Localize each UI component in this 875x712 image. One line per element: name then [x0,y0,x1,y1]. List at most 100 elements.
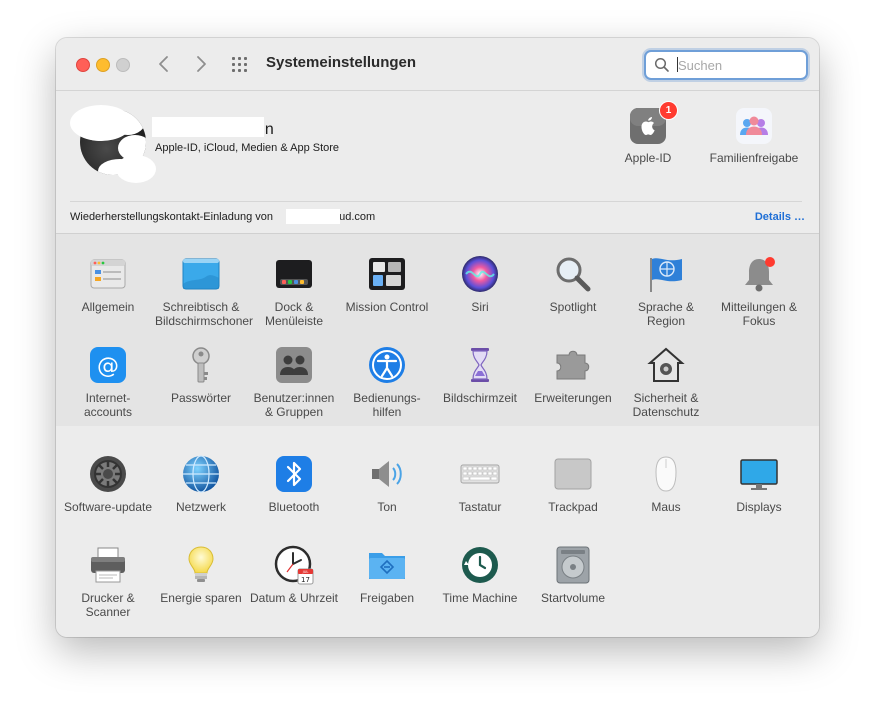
pane-label: Schreibtisch & Bildschirmschoner [155,300,254,328]
date-time-icon: JUL 17 [274,545,314,585]
screen-time-icon [460,345,500,385]
back-button[interactable] [152,52,176,76]
apple-id-label: Apple-ID [624,151,672,165]
pane-network[interactable]: Netzwerk [155,454,247,514]
pane-displays[interactable]: Displays [713,454,805,514]
pane-printers-scanners[interactable]: Drucker & Scanner [62,545,154,619]
pane-label: Datum & Uhrzeit [249,591,339,605]
text-caret [677,57,678,72]
family-sharing-icon [736,108,772,144]
security-icon [646,345,686,385]
dock-icon [274,254,314,294]
pane-internet-accounts[interactable]: @ Internet-accounts [62,345,154,419]
pane-label: Trackpad [548,500,598,514]
network-icon [181,454,221,494]
titlebar: Systemeinstellungen [56,38,819,91]
sound-icon [367,454,407,494]
pane-startup-disk[interactable]: Startvolume [527,545,619,605]
pane-label: Passwörter [170,391,232,405]
pane-passwords[interactable]: Passwörter [155,345,247,405]
accessibility-icon [367,345,407,385]
chevron-right-icon [197,56,206,72]
pane-label: Sprache & Region [637,300,695,328]
pane-label: Spotlight [549,300,597,314]
svg-text:@: @ [97,354,119,379]
window-title: Systemeinstellungen [266,54,417,71]
redaction-mark [116,155,156,183]
mouse-icon [646,454,686,494]
forward-button[interactable] [189,52,213,76]
passwords-icon [181,345,221,385]
spotlight-icon [553,254,593,294]
pane-keyboard[interactable]: Tastatur [434,454,526,514]
pane-label: Bedienungs-hilfen [353,391,421,419]
pane-label: Sicherheit & Datenschutz [632,391,700,419]
search-icon [654,57,669,72]
time-machine-icon [460,545,500,585]
email-redaction [286,209,340,224]
pane-accessibility[interactable]: Bedienungs-hilfen [341,345,433,419]
system-preferences-window: Systemeinstellungen nn Apple-ID, iCloud,… [56,38,819,637]
pane-siri[interactable]: Siri [434,254,526,314]
language-region-icon [646,254,686,294]
pane-label: Startvolume [540,591,606,605]
pane-label: Software-update [63,500,153,514]
pane-trackpad[interactable]: Trackpad [527,454,619,514]
personal-panes-section: Allgemein Schreibtisch & Bildschirmschon… [56,233,819,427]
show-all-grid-button[interactable] [232,55,250,73]
pane-dock-menubar[interactable]: Dock & Menüleiste [248,254,340,328]
energy-icon [181,545,221,585]
pane-mouse[interactable]: Maus [620,454,712,514]
keyboard-icon [460,454,500,494]
zoom-button[interactable] [116,58,130,72]
pane-label: Displays [736,500,782,514]
pane-label: Ton [377,500,397,514]
general-icon [88,254,128,294]
displays-icon [739,454,779,494]
startup-disk-icon [553,545,593,585]
pane-general[interactable]: Allgemein [62,254,154,314]
pane-bluetooth[interactable]: Bluetooth [248,454,340,514]
redaction-mark [70,105,132,141]
users-groups-icon [274,345,314,385]
pane-time-machine[interactable]: Time Machine [434,545,526,605]
search-input[interactable] [676,55,802,75]
pane-label: Maus [651,500,681,514]
pane-label: Time Machine [442,591,518,605]
pane-spotlight[interactable]: Spotlight [527,254,619,314]
notifications-icon [739,254,779,294]
pane-energy-saver[interactable]: Energie sparen [155,545,247,605]
close-button[interactable] [76,58,90,72]
pane-label: Allgemein [81,300,135,314]
pane-sharing[interactable]: Freigaben [341,545,433,605]
pane-users-groups[interactable]: Benutzer:innen & Gruppen [248,345,340,419]
search-field[interactable] [644,50,808,80]
divider [70,201,802,202]
pane-date-time[interactable]: JUL 17 Datum & Uhrzeit [248,545,340,605]
minimize-button[interactable] [96,58,110,72]
pane-label: Freigaben [359,591,415,605]
pane-notifications-focus[interactable]: Mitteilungen & Fokus [713,254,805,328]
pane-extensions[interactable]: Erweiterungen [527,345,619,405]
pane-screen-time[interactable]: Bildschirmzeit [434,345,526,405]
pane-security-privacy[interactable]: Sicherheit & Datenschutz [620,345,712,419]
printer-icon [88,545,128,585]
details-link[interactable]: Details … [755,211,805,223]
pane-label: Netzwerk [175,500,226,514]
calendar-day: 17 [301,576,310,584]
hardware-panes-section: Software-update Netzwerk Bluetooth Ton T… [56,426,819,637]
pane-label: Drucker & Scanner [81,591,135,619]
family-sharing-pane[interactable]: Familienfreigabe [702,107,806,165]
apple-id-pane[interactable]: 1 Apple-ID [608,101,688,165]
pane-sound[interactable]: Ton [341,454,433,514]
sharing-icon [367,545,407,585]
software-update-icon [88,454,128,494]
pane-software-update[interactable]: Software-update [62,454,154,514]
calendar-month: JUL [302,570,309,574]
pane-label: Internet-accounts [83,391,133,419]
internet-accounts-icon: @ [88,345,128,385]
trackpad-icon [553,454,593,494]
pane-language-region[interactable]: Sprache & Region [620,254,712,328]
pane-desktop-screensaver[interactable]: Schreibtisch & Bildschirmschoner [155,254,254,328]
pane-mission-control[interactable]: Mission Control [341,254,433,314]
